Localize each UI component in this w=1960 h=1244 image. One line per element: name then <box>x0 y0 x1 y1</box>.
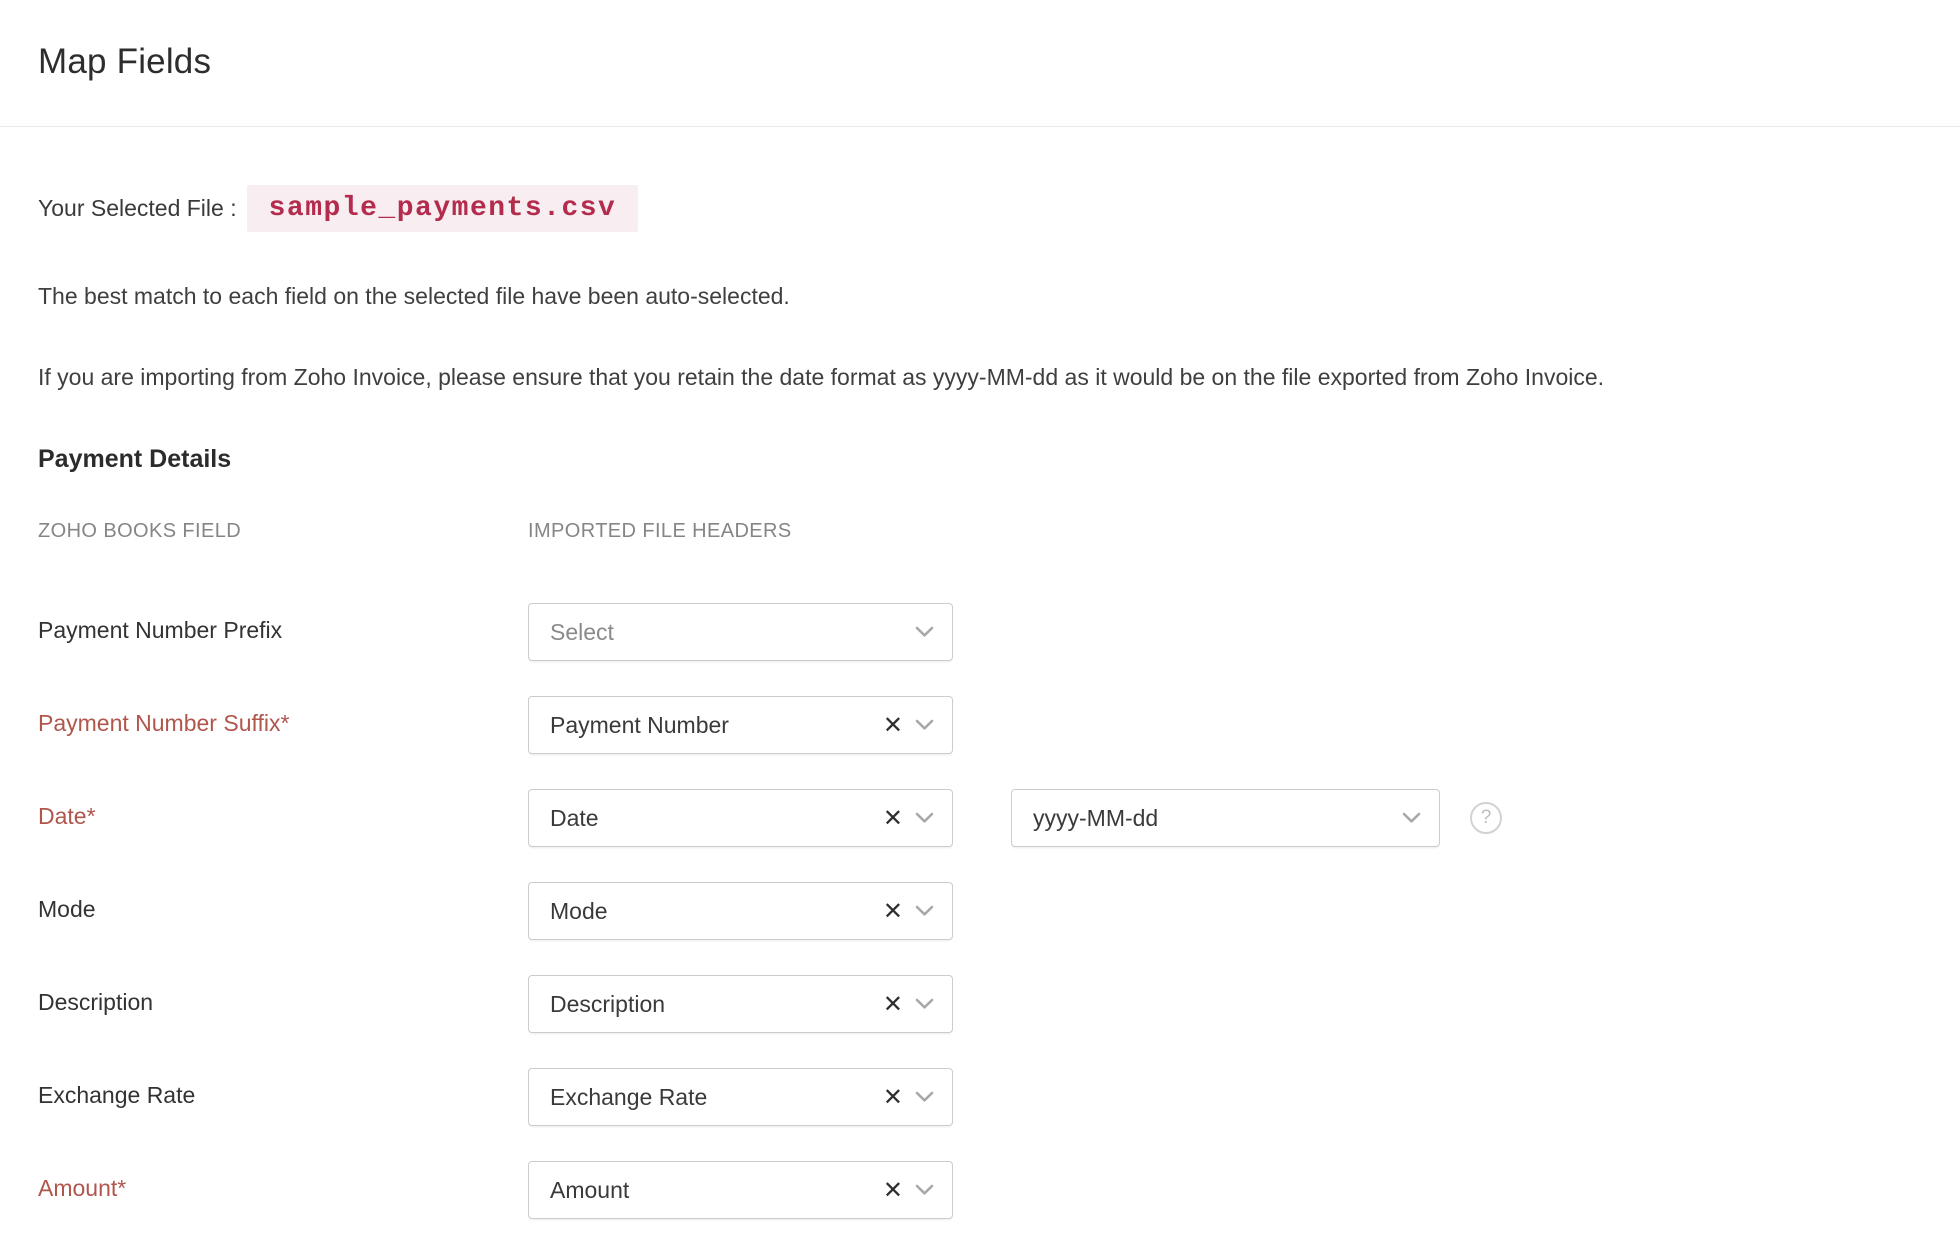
dropdown-value: Amount <box>550 1176 630 1203</box>
description-dropdown[interactable]: Description ✕ <box>528 975 953 1033</box>
column-headers: ZOHO BOOKS FIELD IMPORTED FILE HEADERS <box>38 520 1922 543</box>
chevron-down-icon <box>915 1184 934 1196</box>
field-label: Mode <box>38 896 96 922</box>
chevron-down-icon <box>1402 812 1421 824</box>
dropdown-value: yyyy-MM-dd <box>1033 804 1159 831</box>
page-header: Map Fields <box>0 0 1960 127</box>
field-label: Amount* <box>38 1175 127 1201</box>
note-auto-selected: The best match to each field on the sele… <box>38 283 790 309</box>
dropdown-value: Exchange Rate <box>550 1083 708 1110</box>
field-mapping-rows: Payment Number Prefix Select Payment Num… <box>38 603 1922 1219</box>
row-exchange-rate: Exchange Rate Exchange Rate ✕ <box>38 1068 1922 1126</box>
dropdown-value: Date <box>550 804 599 831</box>
amount-dropdown[interactable]: Amount ✕ <box>528 1161 953 1219</box>
field-label: Exchange Rate <box>38 1082 196 1108</box>
chevron-down-icon <box>915 719 934 731</box>
payment-number-prefix-dropdown[interactable]: Select <box>528 603 953 661</box>
row-description: Description Description ✕ <box>38 975 1922 1033</box>
row-amount: Amount* Amount ✕ <box>38 1161 1922 1219</box>
page-title: Map Fields <box>38 42 212 81</box>
dropdown-value: Mode <box>550 897 608 924</box>
clear-x-icon[interactable]: ✕ <box>883 1178 903 1202</box>
row-date: Date* Date ✕ yyyy-MM-dd ? <box>38 789 1922 847</box>
column-header-zoho-books-field: ZOHO BOOKS FIELD <box>38 520 242 542</box>
mode-dropdown[interactable]: Mode ✕ <box>528 882 953 940</box>
clear-x-icon[interactable]: ✕ <box>883 899 903 923</box>
dropdown-value: Description <box>550 990 666 1017</box>
column-header-imported-file-headers: IMPORTED FILE HEADERS <box>528 520 792 542</box>
row-payment-number-suffix: Payment Number Suffix* Payment Number ✕ <box>38 696 1922 754</box>
row-mode: Mode Mode ✕ <box>38 882 1922 940</box>
payment-number-suffix-dropdown[interactable]: Payment Number ✕ <box>528 696 953 754</box>
chevron-down-icon <box>915 1091 934 1103</box>
clear-x-icon[interactable]: ✕ <box>883 992 903 1016</box>
selected-file-name: sample_payments.csv <box>246 185 639 232</box>
row-payment-number-prefix: Payment Number Prefix Select <box>38 603 1922 661</box>
field-label: Payment Number Suffix* <box>38 710 290 736</box>
section-title-payment-details: Payment Details <box>38 445 232 473</box>
note-date-format: If you are importing from Zoho Invoice, … <box>38 364 1605 390</box>
selected-file-line: Your Selected File : sample_payments.csv <box>38 185 1922 232</box>
field-label: Date* <box>38 803 96 829</box>
date-format-dropdown[interactable]: yyyy-MM-dd <box>1011 789 1440 847</box>
chevron-down-icon <box>915 998 934 1010</box>
field-label: Description <box>38 989 154 1015</box>
chevron-down-icon <box>915 812 934 824</box>
clear-x-icon[interactable]: ✕ <box>883 1085 903 1109</box>
date-dropdown[interactable]: Date ✕ <box>528 789 953 847</box>
clear-x-icon[interactable]: ✕ <box>883 806 903 830</box>
dropdown-placeholder: Select <box>550 618 614 645</box>
selected-file-label: Your Selected File : <box>38 195 237 221</box>
help-icon[interactable]: ? <box>1470 802 1502 834</box>
map-fields-content: Your Selected File : sample_payments.csv… <box>0 185 1960 1219</box>
field-label: Payment Number Prefix <box>38 617 283 643</box>
chevron-down-icon <box>915 905 934 917</box>
clear-x-icon[interactable]: ✕ <box>883 713 903 737</box>
dropdown-value: Payment Number <box>550 711 729 738</box>
exchange-rate-dropdown[interactable]: Exchange Rate ✕ <box>528 1068 953 1126</box>
chevron-down-icon <box>915 626 934 638</box>
